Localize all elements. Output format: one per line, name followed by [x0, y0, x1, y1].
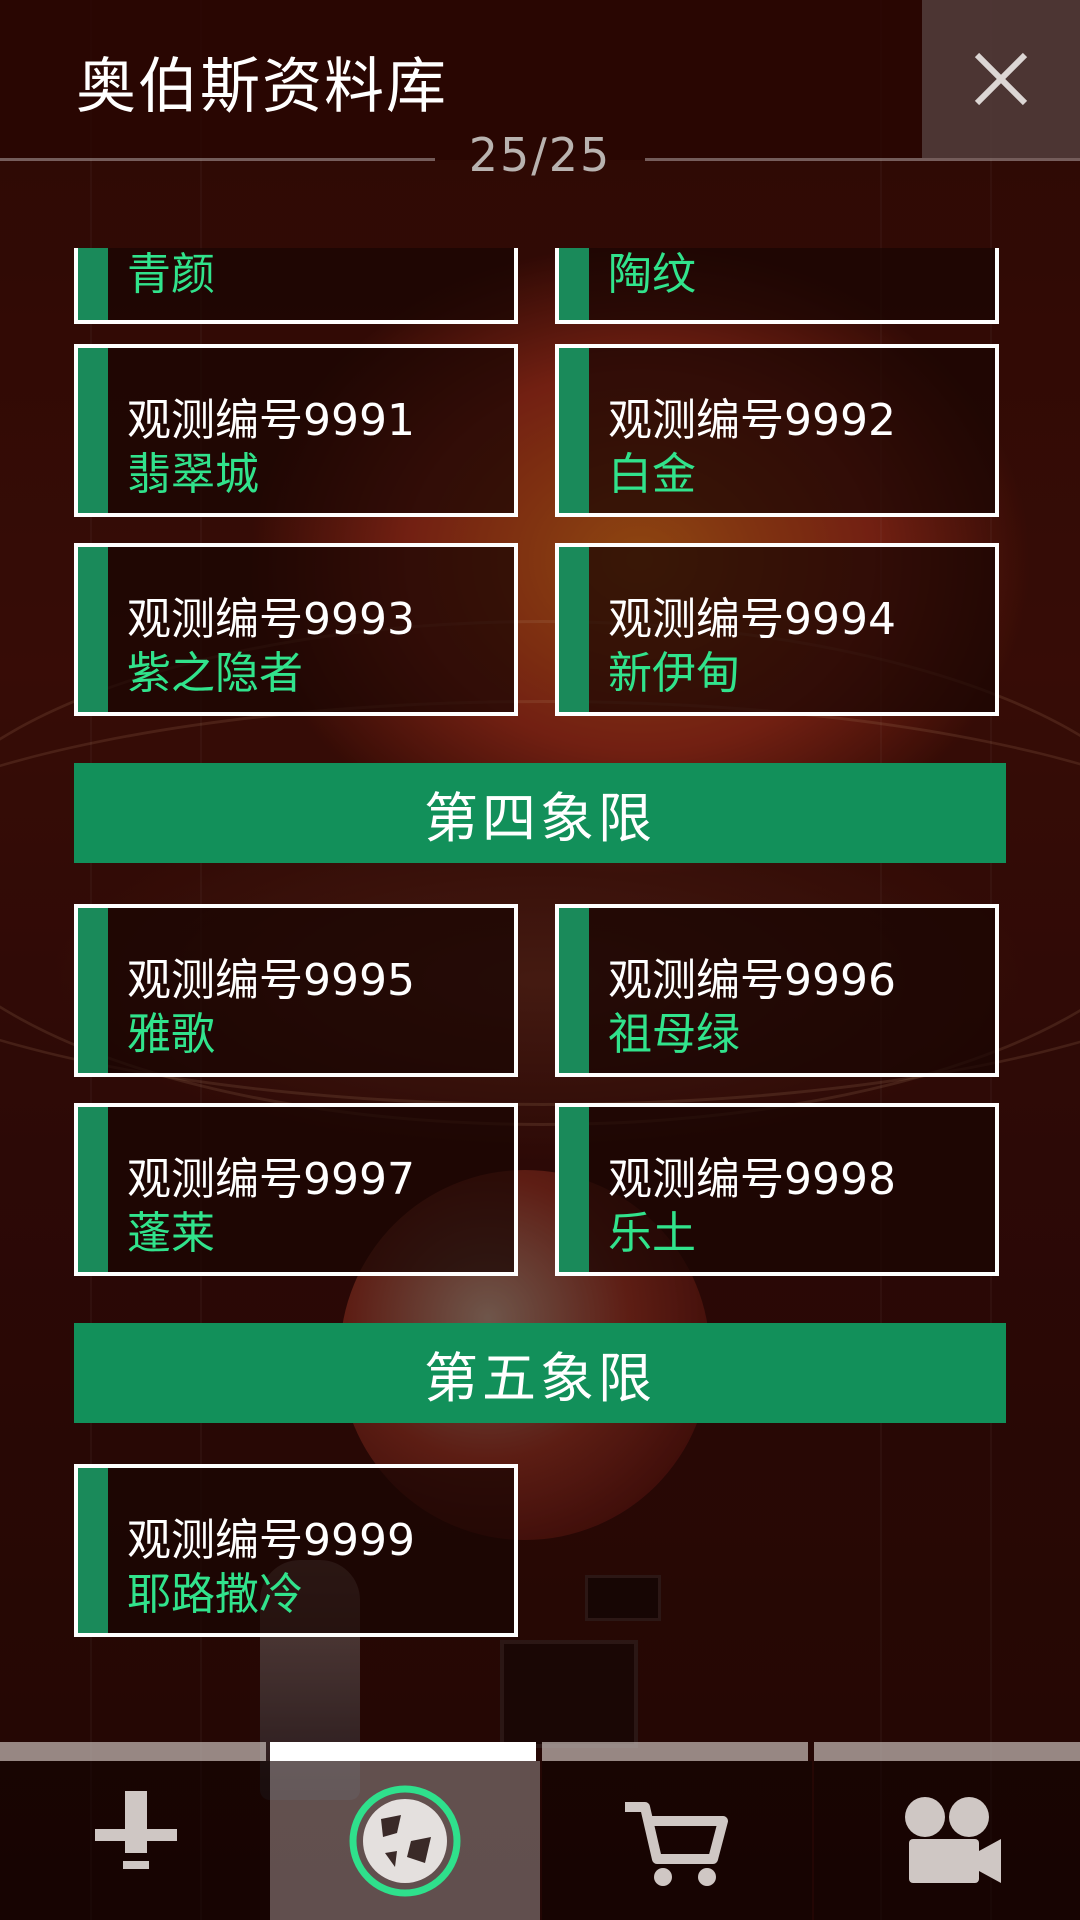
nav-indicator: [542, 1742, 808, 1761]
archive-card[interactable]: 陶纹: [555, 248, 999, 324]
archive-card[interactable]: 观测编号9997 蓬莱: [74, 1103, 518, 1276]
section-header-quadrant-4: 第四象限: [74, 763, 1006, 863]
card-name: 白金: [608, 449, 696, 500]
divider-left: [0, 158, 435, 161]
section-header-quadrant-5: 第五象限: [74, 1323, 1006, 1423]
archive-card[interactable]: 观测编号9994 新伊甸: [555, 543, 999, 716]
planet-icon: [349, 1785, 461, 1896]
page-counter: 25/25: [468, 128, 612, 182]
card-name: 翡翠城: [127, 449, 259, 500]
card-name: 紫之隐者: [127, 648, 303, 699]
card-name: 青颜: [127, 249, 215, 300]
tool-icon: [95, 1790, 177, 1869]
archive-card[interactable]: 观测编号9995 雅歌: [74, 904, 518, 1077]
card-name: 新伊甸: [608, 648, 740, 699]
archive-card[interactable]: 观测编号9998 乐土: [555, 1103, 999, 1276]
card-name: 陶纹: [608, 249, 696, 300]
nav-item-archive[interactable]: [270, 1761, 540, 1920]
archive-card[interactable]: 青颜: [74, 248, 518, 324]
nav-indicator: [0, 1742, 266, 1761]
close-button[interactable]: [922, 0, 1080, 158]
archive-list[interactable]: 青颜 陶纹 观测编号9991 翡翠城 观测编号9992 白金 观测编号9993 …: [0, 248, 1080, 1738]
nav-item-video[interactable]: [814, 1761, 1080, 1920]
archive-card[interactable]: 观测编号9992 白金: [555, 344, 999, 517]
bottom-nav: [0, 1742, 1080, 1920]
card-name: 乐土: [608, 1208, 696, 1259]
card-name: 雅歌: [127, 1009, 215, 1060]
card-name: 蓬莱: [127, 1208, 215, 1259]
close-icon: [974, 52, 1028, 106]
nav-indicator: [814, 1742, 1080, 1761]
archive-card[interactable]: 观测编号9993 紫之隐者: [74, 543, 518, 716]
nav-item-tools[interactable]: [0, 1761, 270, 1920]
nav-item-shop[interactable]: [542, 1761, 812, 1920]
archive-card[interactable]: 观测编号9991 翡翠城: [74, 344, 518, 517]
archive-card[interactable]: 观测编号9996 祖母绿: [555, 904, 999, 1077]
divider-right: [645, 158, 1080, 161]
page-title: 奥伯斯资料库: [76, 52, 448, 122]
card-name: 耶路撒冷: [127, 1569, 303, 1620]
camera-icon: [905, 1796, 1001, 1883]
nav-indicator-active: [270, 1742, 536, 1761]
cart-icon: [625, 1801, 728, 1886]
card-name: 祖母绿: [608, 1009, 740, 1060]
archive-card[interactable]: 观测编号9999 耶路撒冷: [74, 1464, 518, 1637]
